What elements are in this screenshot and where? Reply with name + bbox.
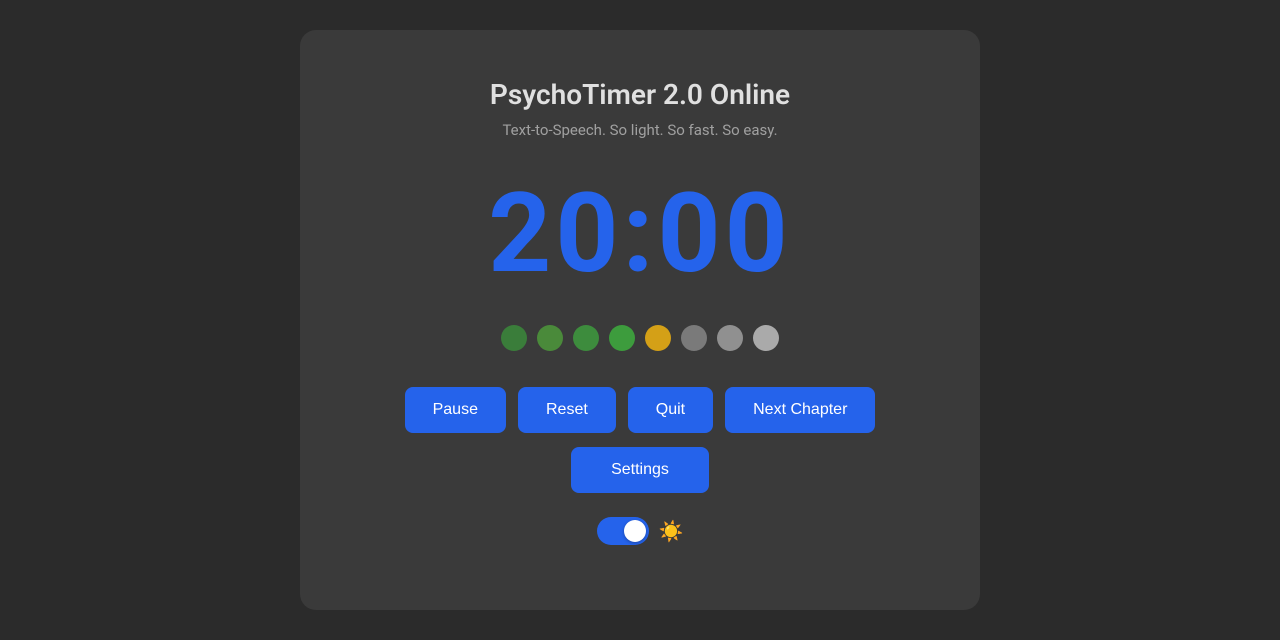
dot-4: [609, 325, 635, 351]
reset-button[interactable]: Reset: [518, 387, 616, 433]
app-title: PsychoTimer 2.0 Online: [490, 78, 790, 111]
dot-6: [681, 325, 707, 351]
pause-button[interactable]: Pause: [405, 387, 506, 433]
dot-7: [717, 325, 743, 351]
buttons-row: Pause Reset Quit Next Chapter: [405, 387, 876, 433]
toggle-knob: [624, 520, 646, 542]
toggle-row: ☀️: [597, 517, 684, 545]
dot-1: [501, 325, 527, 351]
theme-toggle[interactable]: [597, 517, 649, 545]
timer-display: 20:00: [488, 179, 791, 289]
quit-button[interactable]: Quit: [628, 387, 713, 433]
dot-5: [645, 325, 671, 351]
next-chapter-button[interactable]: Next Chapter: [725, 387, 875, 433]
settings-button[interactable]: Settings: [571, 447, 709, 493]
dot-3: [573, 325, 599, 351]
dot-2: [537, 325, 563, 351]
sun-icon: ☀️: [659, 519, 684, 543]
dots-row: [501, 325, 779, 351]
app-subtitle: Text-to-Speech. So light. So fast. So ea…: [502, 121, 777, 139]
main-card: PsychoTimer 2.0 Online Text-to-Speech. S…: [300, 30, 980, 610]
dot-8: [753, 325, 779, 351]
